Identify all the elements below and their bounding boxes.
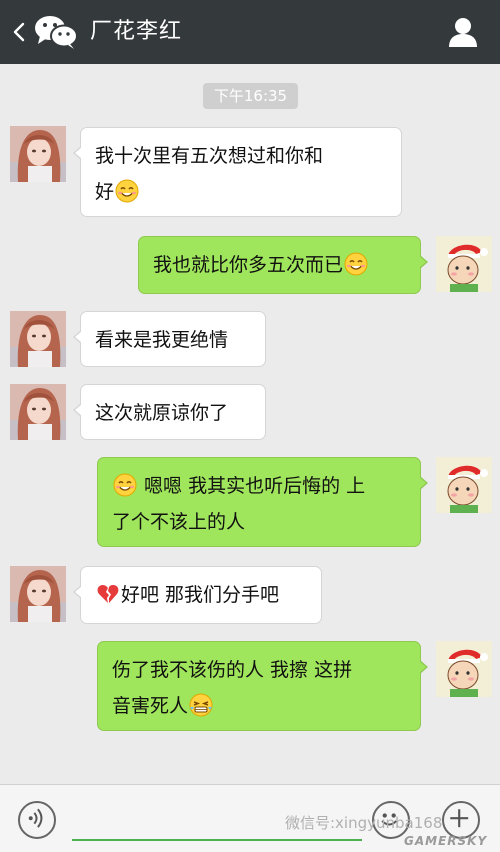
message-text: 看来是我更绝情 — [95, 329, 229, 351]
message-text-line-2: 好 — [95, 174, 387, 210]
my-avatar[interactable] — [436, 641, 492, 697]
watermark-text: 微信号:xingyunba168 — [285, 814, 443, 832]
brand-watermark: GAMERSKY — [404, 834, 488, 848]
message-text: 嗯嗯 我其实也听后悔的 上 — [144, 475, 366, 497]
chat-title: 厂花李红 — [90, 19, 183, 44]
message-text: 好吧 那我们分手吧 — [121, 584, 280, 606]
broken-heart-emoji-icon — [96, 582, 120, 606]
smile-emoji-icon — [344, 252, 368, 276]
outgoing-message-bubble[interactable]: 我也就比你多五次而已 — [138, 236, 428, 294]
contact-avatar[interactable] — [10, 384, 66, 440]
chat-header: 厂花李红 — [0, 0, 500, 64]
contact-avatar[interactable] — [10, 311, 66, 367]
incoming-message-bubble[interactable]: 我十次里有五次想过和你和 好 — [73, 127, 402, 217]
smile-emoji-icon — [113, 473, 137, 497]
back-chevron-icon[interactable] — [12, 20, 26, 44]
message-text: 伤了我不该伤的人 我擦 这拼 — [112, 659, 353, 681]
message-text: 音害死人 — [112, 695, 189, 717]
my-avatar[interactable] — [436, 457, 492, 513]
contact-avatar[interactable] — [10, 126, 66, 182]
incoming-message-bubble[interactable]: 看来是我更绝情 — [73, 311, 266, 367]
smile-emoji-icon — [115, 179, 139, 203]
voice-input-button[interactable] — [18, 801, 56, 839]
my-avatar[interactable] — [436, 236, 492, 292]
message-text: 我十次里有五次想过和你和 — [95, 145, 324, 167]
outgoing-message-bubble[interactable]: 嗯嗯 我其实也听后悔的 上 了个不该上的人 — [97, 457, 428, 547]
message-text: 好 — [95, 181, 115, 203]
plus-icon — [450, 809, 469, 828]
incoming-message-bubble[interactable]: 这次就原谅你了 — [73, 384, 266, 440]
message-text: 我也就比你多五次而已 — [153, 254, 344, 276]
grin-emoji-icon — [189, 693, 213, 717]
wechat-logo-icon — [35, 16, 78, 49]
contact-avatar[interactable] — [10, 566, 66, 622]
incoming-message-bubble[interactable]: 好吧 那我们分手吧 — [73, 566, 322, 624]
contact-profile-icon[interactable] — [448, 16, 478, 48]
voice-icon — [28, 808, 43, 828]
message-text: 这次就原谅你了 — [95, 402, 229, 424]
message-timestamp: 下午16:35 — [203, 83, 298, 109]
message-text: 了个不该上的人 — [112, 511, 246, 533]
message-input-field[interactable] — [72, 839, 362, 841]
outgoing-message-bubble[interactable]: 伤了我不该伤的人 我擦 这拼 音害死人 — [97, 641, 428, 731]
